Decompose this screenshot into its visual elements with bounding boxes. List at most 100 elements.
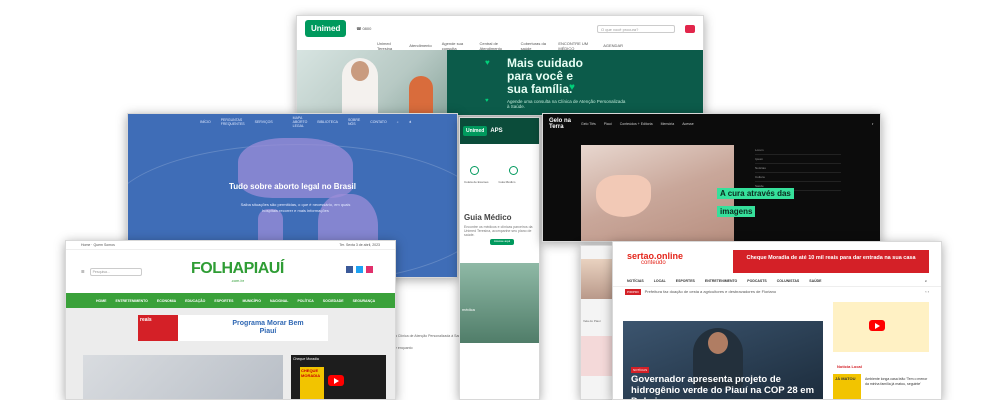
nav-item[interactable]: EDUCAÇÃO (185, 299, 205, 303)
folha-logo-row: ☰ Pesquisa... FOLHAPIAUÍ .com.br (66, 250, 395, 293)
banner-left: reais (138, 315, 178, 341)
unimed-logo[interactable]: Unimed (463, 126, 488, 136)
ad-text: CHEQUE MORADIA (300, 367, 324, 399)
menu-icon[interactable]: ☰ (81, 269, 85, 274)
hero-photo (297, 50, 447, 115)
hero-subtitle: Agende uma consulta na Clínica de Atençã… (507, 99, 626, 109)
unimed-header: Unimed ☎ 0800 O que você procura? (297, 16, 703, 41)
facebook-icon[interactable] (346, 266, 353, 273)
nav-link[interactable]: AGENDAR (603, 43, 623, 48)
sertao-logo[interactable]: sertao.online conteúdo (627, 251, 683, 266)
service-icons (470, 166, 518, 175)
unimed-logo[interactable]: Unimed (305, 20, 347, 37)
nav-item[interactable]: BIBLIOTECA (317, 120, 338, 124)
article-image (581, 145, 734, 241)
instagram-icon[interactable] (366, 266, 373, 273)
nav-item[interactable]: ENTRETENIMENTO (116, 299, 148, 303)
nav-item[interactable]: SOBRE NÓS (348, 118, 360, 126)
side-video[interactable] (833, 302, 929, 352)
nav-item[interactable]: ESPORTES (214, 299, 233, 303)
gelo-logo[interactable]: Gelo na Terra (549, 118, 573, 130)
nav-item[interactable]: MUNICÍPIO (242, 299, 260, 303)
play-icon[interactable] (869, 320, 885, 331)
unimed-hero: ♥ ♥ ♥ Mais cuidado para você e sua famíl… (297, 50, 703, 115)
side-thumb[interactable]: JÁ MATOU (833, 374, 861, 399)
list-item[interactable]: Ipsum (755, 155, 841, 164)
image-foot (596, 175, 651, 217)
nav-item[interactable]: INÍCIO (200, 120, 211, 124)
folha-nav: HOME ENTRETENIMENTO ECONOMIA EDUCAÇÃO ES… (66, 293, 395, 308)
nav-item[interactable]: SEGURANÇA (353, 299, 376, 303)
main-story[interactable]: NOTÍCIAS Governador apresenta projeto de… (623, 321, 823, 399)
nav-item[interactable]: Acesse (682, 122, 693, 126)
flask-icon[interactable] (470, 166, 479, 175)
banner-title: Programa Morar Bem Piauí (232, 320, 304, 335)
nav-item[interactable]: PERGUNTAS FREQUENTES (221, 118, 245, 126)
page-subtitle: Saiba situações são permitidas, o que é … (240, 202, 351, 213)
folha-screenshot: Home · Quem Somos Ter. Sexta 3 de abril,… (65, 240, 396, 400)
list-item[interactable]: Lorem (755, 146, 841, 155)
strip-screenshot: Vela do Piauí (580, 245, 613, 400)
video-card[interactable]: Cheque Moradia CHEQUE MORADIA (291, 355, 386, 399)
nav-item[interactable]: ECONOMIA (157, 299, 176, 303)
nav-item[interactable]: CONTATO (370, 120, 387, 124)
service-label: Coleta de Exames (464, 180, 489, 184)
ad-banner[interactable]: reais Programa Morar Bem Piauí (138, 315, 328, 341)
nav-item[interactable]: ENTRETENIMENTO (705, 279, 737, 283)
guia-image: médica (460, 263, 539, 343)
nav-item[interactable]: SOCIEDADE (323, 299, 344, 303)
access-button[interactable]: Acesse aqui (490, 239, 514, 245)
aborto-nav: INÍCIO PERGUNTAS FREQUENTES SERVIÇOS MAP… (128, 114, 457, 130)
social-icons (346, 266, 373, 273)
nav-item[interactable]: HOME (96, 299, 107, 303)
search-input[interactable]: Pesquisa... (89, 267, 142, 276)
nav-item[interactable]: Conteúdos + Editoria (620, 122, 653, 126)
ad-banner[interactable]: Cheque Moradia de até 10 mil reais para … (733, 250, 929, 273)
ticker-arrows-icon[interactable]: ‹ › (925, 289, 929, 294)
search-input[interactable]: O que você procura? (597, 24, 675, 33)
nav-item[interactable]: Central de Atendimento (480, 41, 511, 51)
nav-item[interactable]: Gelo Tiês (581, 122, 596, 126)
nav-item[interactable]: COLUNISTAS (777, 279, 800, 283)
side-text[interactable]: Ambiente longa casa leão 'Tem o menor da… (865, 377, 930, 387)
nav-item[interactable]: Atendimento (409, 43, 431, 48)
nav-item[interactable]: Agende sua consulta (442, 41, 470, 51)
search-icon[interactable]: ⌕ (397, 120, 399, 124)
ticker-text[interactable]: Prefeitura faz doação de cesta a agricul… (645, 289, 776, 294)
nav-item[interactable]: NACIONAL (270, 299, 288, 303)
search-button[interactable] (685, 24, 695, 33)
nav-item[interactable]: ESPORTES (676, 279, 695, 283)
nav-item[interactable]: LOCAL (654, 279, 666, 283)
news-card-image[interactable] (83, 355, 283, 399)
doctor-icon[interactable] (509, 166, 518, 175)
heart-icon: ♥ (485, 58, 490, 67)
nav-link[interactable]: ENCONTRE UM MÉDICO (558, 41, 593, 51)
nav-item[interactable]: Memória (661, 122, 675, 126)
nav-item[interactable]: NOTÍCIAS (627, 279, 644, 283)
nav-item[interactable]: SERVIÇOS (255, 120, 273, 124)
nav-item[interactable]: PODCASTS (747, 279, 766, 283)
folha-topbar: Home · Quem Somos Ter. Sexta 3 de abril,… (66, 241, 395, 250)
date-text: Ter. Sexta 3 de abril, 2023 (339, 243, 380, 247)
toggle-icon[interactable]: ◐ (872, 122, 874, 126)
top-links[interactable]: Home · Quem Somos (81, 243, 115, 247)
search-icon[interactable]: ⌕ (925, 279, 927, 283)
article-caption[interactable]: A cura através das imagens (717, 183, 815, 219)
sertao-nav: NOTÍCIAS LOCAL ESPORTES ENTRETENIMENTO P… (613, 275, 941, 287)
guia-screenshot: Unimed APS Coleta de Exames Guia Médico … (459, 117, 540, 400)
folha-logo[interactable]: FOLHAPIAUÍ .com.br (191, 260, 284, 283)
share-icon[interactable]: ⋔ (409, 120, 412, 124)
ticker-tag: PIRIPIRI (625, 288, 641, 295)
nav-item[interactable]: Unimed Teresina (377, 41, 399, 51)
list-item[interactable]: Cultura (755, 173, 841, 182)
logo-domain: .com.br (230, 278, 245, 283)
twitter-icon[interactable] (356, 266, 363, 273)
nav-item[interactable]: Piauí (604, 122, 612, 126)
nav-item[interactable]: Coberturas da saúde (521, 41, 549, 51)
image-caption: médica (462, 307, 475, 312)
list-item[interactable]: Notícias (755, 164, 841, 173)
play-icon[interactable] (328, 375, 344, 386)
nav-item[interactable]: SAÚDE (809, 279, 821, 283)
aps-label: APS (490, 128, 503, 134)
nav-item[interactable]: POLÍTICA (297, 299, 313, 303)
